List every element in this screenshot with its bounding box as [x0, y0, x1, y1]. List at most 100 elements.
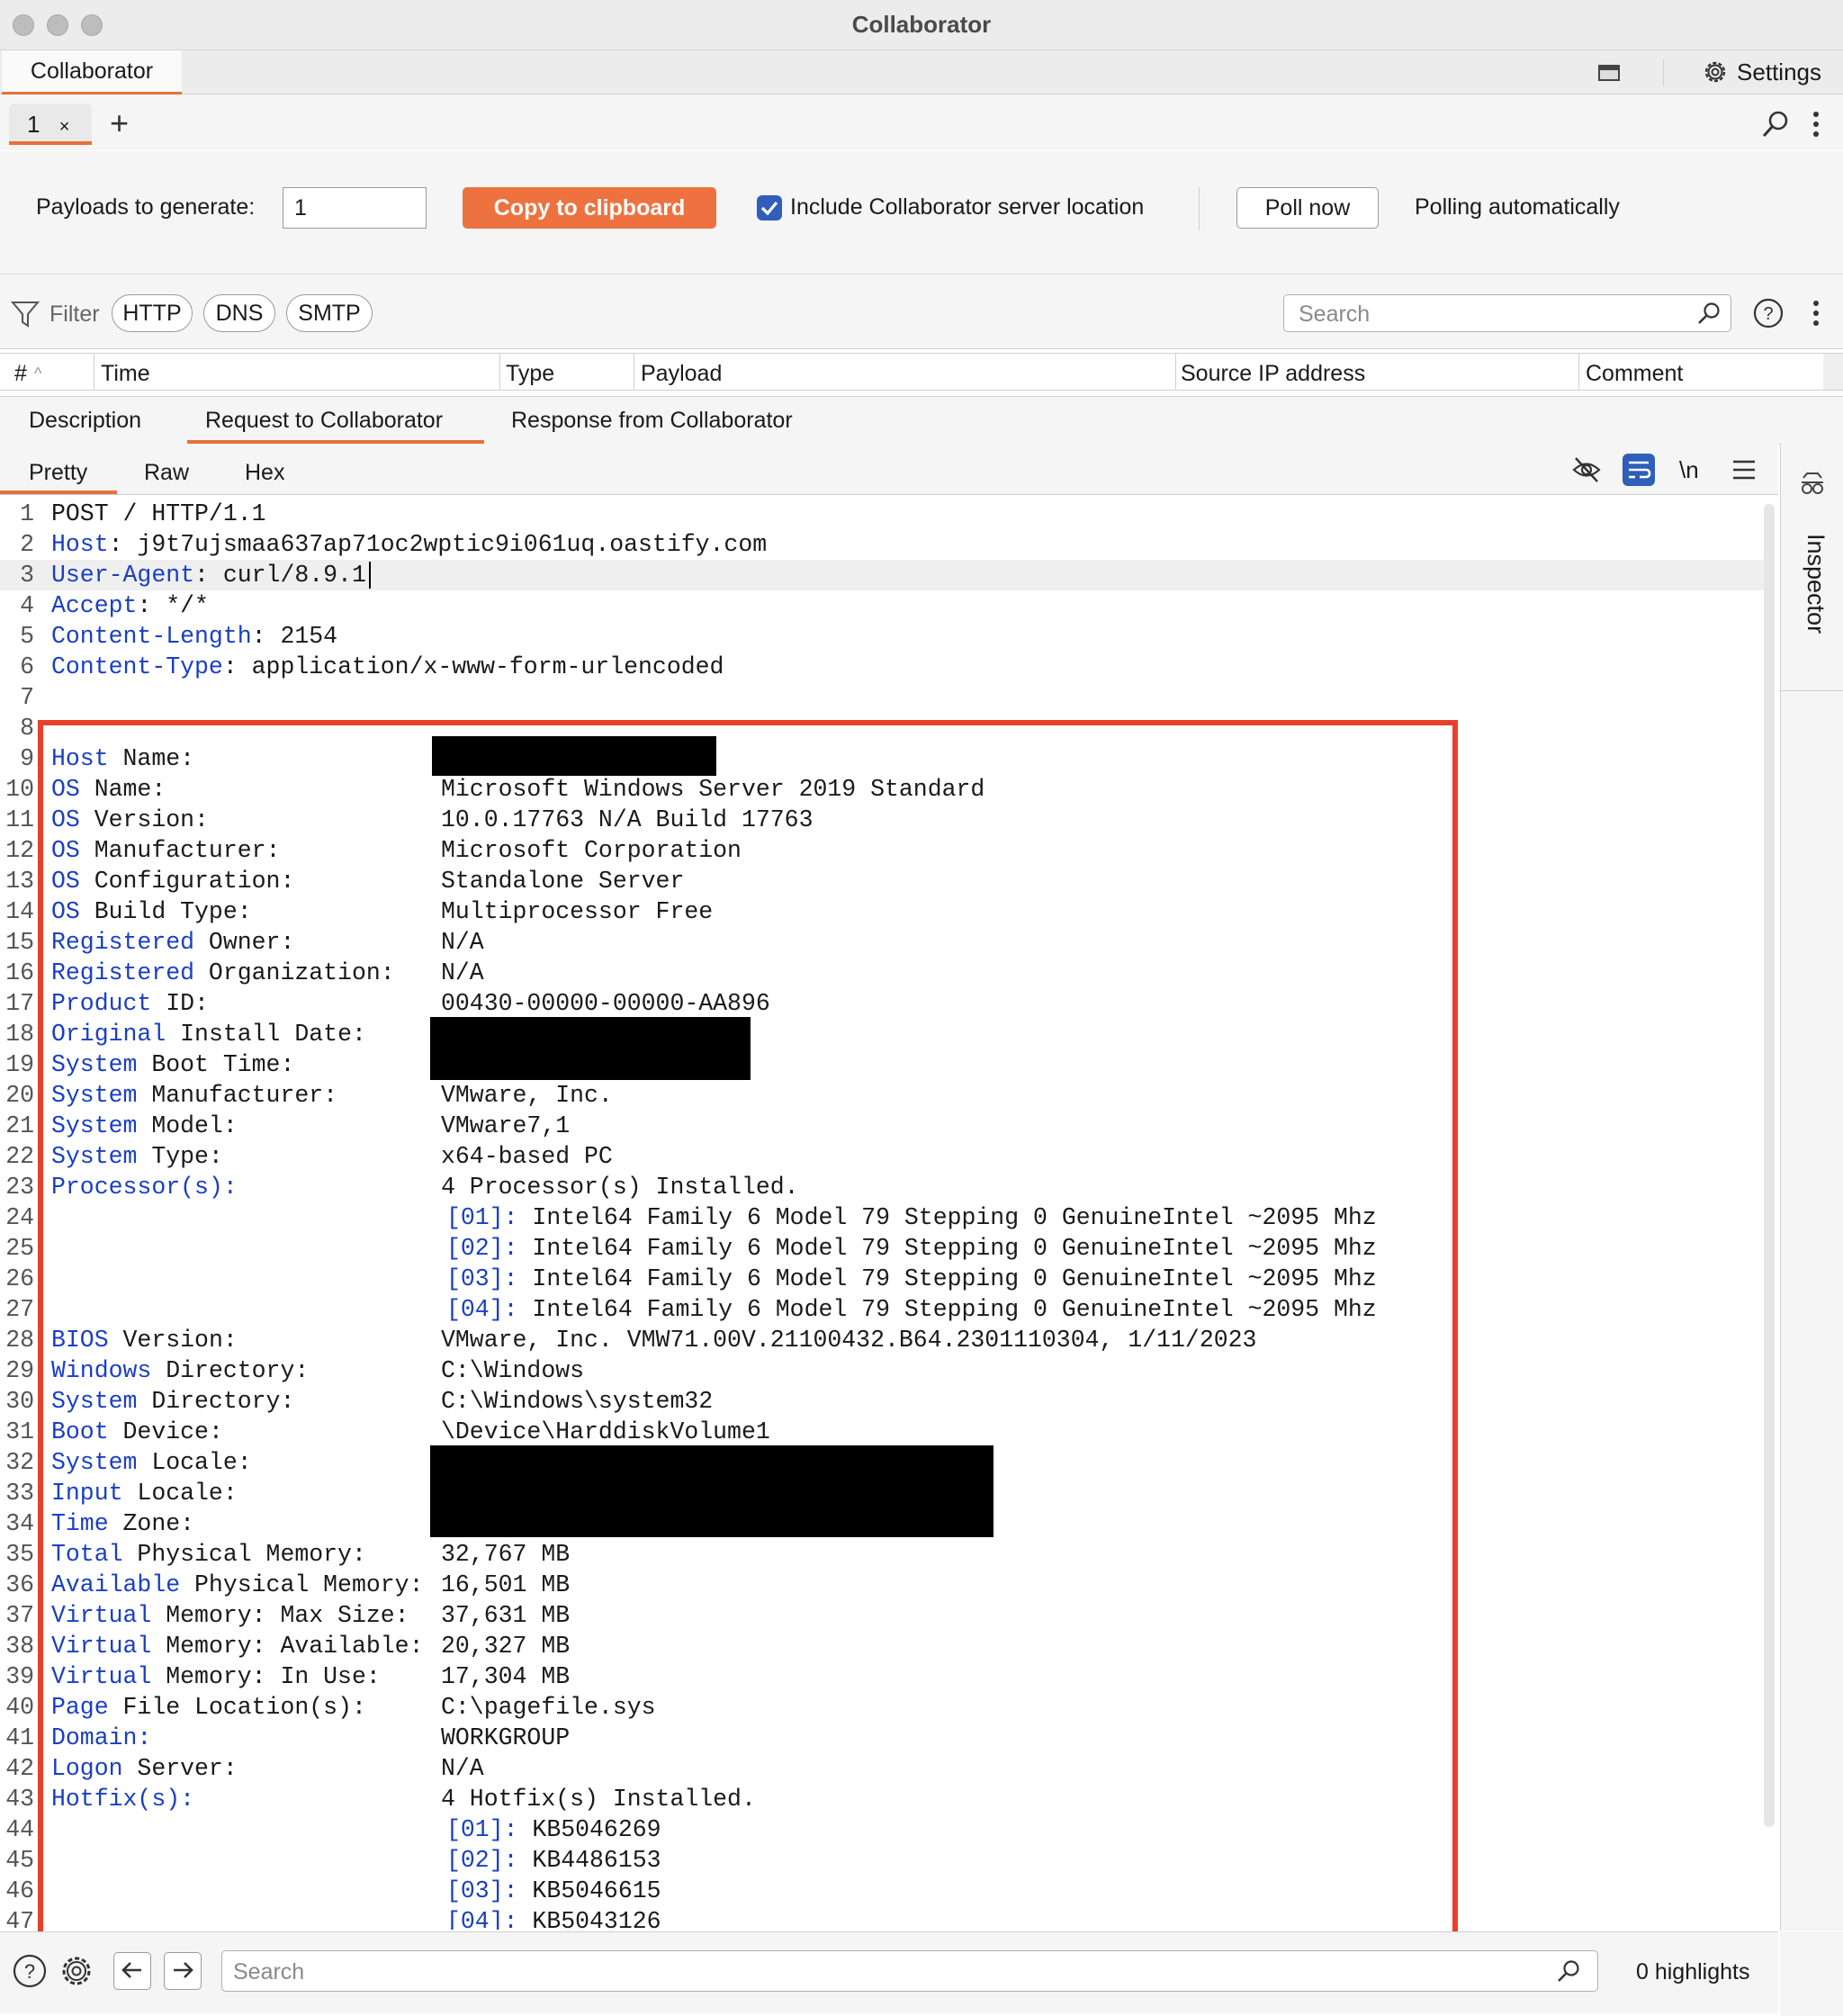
column-header-number[interactable]: #	[14, 361, 27, 387]
column-header-payload[interactable]: Payload	[641, 361, 722, 387]
poll-now-button[interactable]: Poll now	[1236, 187, 1379, 229]
window-title: Collaborator	[851, 11, 992, 38]
line-number: 11	[5, 806, 34, 833]
sort-ascending-icon: ^	[34, 364, 42, 382]
panel-layout-icon[interactable]	[1598, 65, 1620, 81]
code-line[interactable]: 5 Content-Length: 2154	[0, 621, 1764, 652]
table-scrollbar[interactable]	[1823, 354, 1843, 390]
line-number: 17	[5, 990, 34, 1017]
line-number: 46	[5, 1877, 34, 1904]
close-tab-icon[interactable]: ×	[59, 117, 70, 137]
editor-bottom-bar: ? Search 0 highlights	[0, 1931, 1778, 2013]
gear-icon[interactable]	[59, 1954, 94, 1988]
interactions-table-header: # ^ Time Type Payload Source IP address …	[0, 353, 1843, 391]
divider	[1199, 187, 1200, 230]
detail-tab-bar: Description Request to Collaborator Resp…	[0, 396, 1843, 445]
line-number: 9	[20, 745, 34, 772]
more-vertical-icon[interactable]	[1807, 109, 1825, 140]
line-number: 12	[5, 837, 34, 864]
header-text: : */*	[137, 592, 209, 619]
line-number: 37	[5, 1602, 34, 1629]
payloads-count-input[interactable]: 1	[283, 187, 427, 229]
search-placeholder: Search	[1299, 302, 1371, 327]
code-line[interactable]: 2 Host: j9t7ujsmaa637ap71oc2wptic9i061uq.…	[0, 529, 1764, 560]
header-text: : 2154	[251, 623, 338, 650]
tab-response-from-collaborator[interactable]: Response from Collaborator	[511, 408, 793, 434]
divider	[1663, 59, 1664, 86]
add-tab-button[interactable]: +	[110, 104, 129, 143]
tab-request-to-collaborator[interactable]: Request to Collaborator	[205, 408, 443, 434]
previous-match-button[interactable]	[113, 1952, 151, 1990]
line-number: 34	[5, 1510, 34, 1537]
sidebar-footer	[1780, 1931, 1843, 2016]
filter-pill-dns[interactable]: DNS	[203, 294, 275, 332]
subtab-label: 1	[27, 111, 40, 138]
line-number: 41	[5, 1724, 34, 1751]
tab-raw[interactable]: Raw	[144, 460, 189, 486]
header-text: : curl/8.9.1	[194, 562, 366, 589]
svg-text:?: ?	[1763, 304, 1773, 324]
line-number: 18	[5, 1021, 34, 1048]
line-content: User-Agent: curl/8.9.1	[51, 560, 366, 590]
line-number: 7	[20, 684, 34, 711]
inspector-glasses-icon[interactable]	[1799, 471, 1826, 498]
header-key: Content-Type	[51, 653, 223, 680]
line-number: 16	[5, 959, 34, 986]
editor-search-input[interactable]: Search	[221, 1950, 1598, 1992]
filter-pill-http[interactable]: HTTP	[112, 294, 193, 332]
more-vertical-icon[interactable]	[1807, 298, 1825, 328]
search-placeholder: Search	[233, 1959, 305, 1984]
column-divider	[1578, 354, 1579, 390]
wrap-lines-icon[interactable]	[1622, 453, 1656, 487]
line-number: 20	[5, 1082, 34, 1109]
line-number: 19	[5, 1051, 34, 1078]
include-location-checkbox[interactable]	[756, 194, 783, 221]
line-number: 47	[5, 1908, 34, 1930]
code-line[interactable]: 4 Accept: */*	[0, 590, 1764, 621]
filter-pill-smtp[interactable]: SMTP	[286, 294, 373, 332]
line-number: 27	[5, 1296, 34, 1323]
tab-pretty[interactable]: Pretty	[29, 460, 87, 486]
interactions-search-input[interactable]: Search	[1283, 294, 1731, 332]
column-header-type[interactable]: Type	[506, 361, 554, 387]
inspector-tab[interactable]: Inspector	[1802, 534, 1830, 634]
search-icon[interactable]	[1760, 109, 1791, 140]
menu-icon[interactable]	[1731, 458, 1757, 482]
line-number: 1	[20, 500, 34, 527]
editor-scrollbar[interactable]	[1764, 504, 1775, 1827]
hide-icon[interactable]	[1571, 454, 1602, 485]
copy-to-clipboard-button[interactable]: Copy to clipboard	[463, 187, 716, 229]
tab-collaborator[interactable]: Collaborator	[2, 50, 182, 95]
column-header-comment[interactable]: Comment	[1586, 361, 1683, 387]
code-line[interactable]: 6 Content-Type: application/x-www-form-ur…	[0, 652, 1764, 682]
line-number: 44	[5, 1816, 34, 1843]
line-number: 35	[5, 1541, 34, 1568]
help-icon[interactable]: ?	[13, 1954, 47, 1988]
settings-button[interactable]: Settings	[1701, 56, 1821, 88]
column-header-time[interactable]: Time	[101, 361, 150, 387]
line-number: 42	[5, 1755, 34, 1782]
line-number: 4	[20, 592, 34, 619]
line-number: 25	[5, 1235, 34, 1262]
settings-label: Settings	[1737, 58, 1821, 86]
filter-icon[interactable]	[11, 300, 40, 328]
next-match-button[interactable]	[164, 1952, 202, 1990]
line-number: 33	[5, 1480, 34, 1507]
newline-icon[interactable]: \n	[1679, 456, 1699, 484]
top-tab-bar: Collaborator Settings	[0, 50, 1843, 95]
code-line[interactable]: 3 User-Agent: curl/8.9.1	[0, 560, 1764, 590]
header-text: : j9t7ujsmaa637ap71oc2wptic9i061uq.oasti…	[108, 531, 768, 558]
line-number: 15	[5, 929, 34, 956]
tab-description[interactable]: Description	[29, 408, 141, 434]
subtab-1[interactable]: 1 ×	[9, 104, 92, 145]
polling-status: Polling automatically	[1415, 194, 1620, 220]
code-line[interactable]: 7	[0, 682, 1764, 713]
help-icon[interactable]: ?	[1753, 298, 1784, 328]
column-header-source-ip[interactable]: Source IP address	[1181, 361, 1365, 387]
code-line[interactable]: 1 POST / HTTP/1.1	[0, 499, 1764, 529]
title-bar: Collaborator	[0, 0, 1843, 50]
tab-hex[interactable]: Hex	[245, 460, 284, 486]
inspector-sidebar: Inspector	[1780, 444, 1843, 1930]
line-number: 13	[5, 868, 34, 895]
highlights-count: 0 highlights	[1636, 1959, 1750, 1984]
